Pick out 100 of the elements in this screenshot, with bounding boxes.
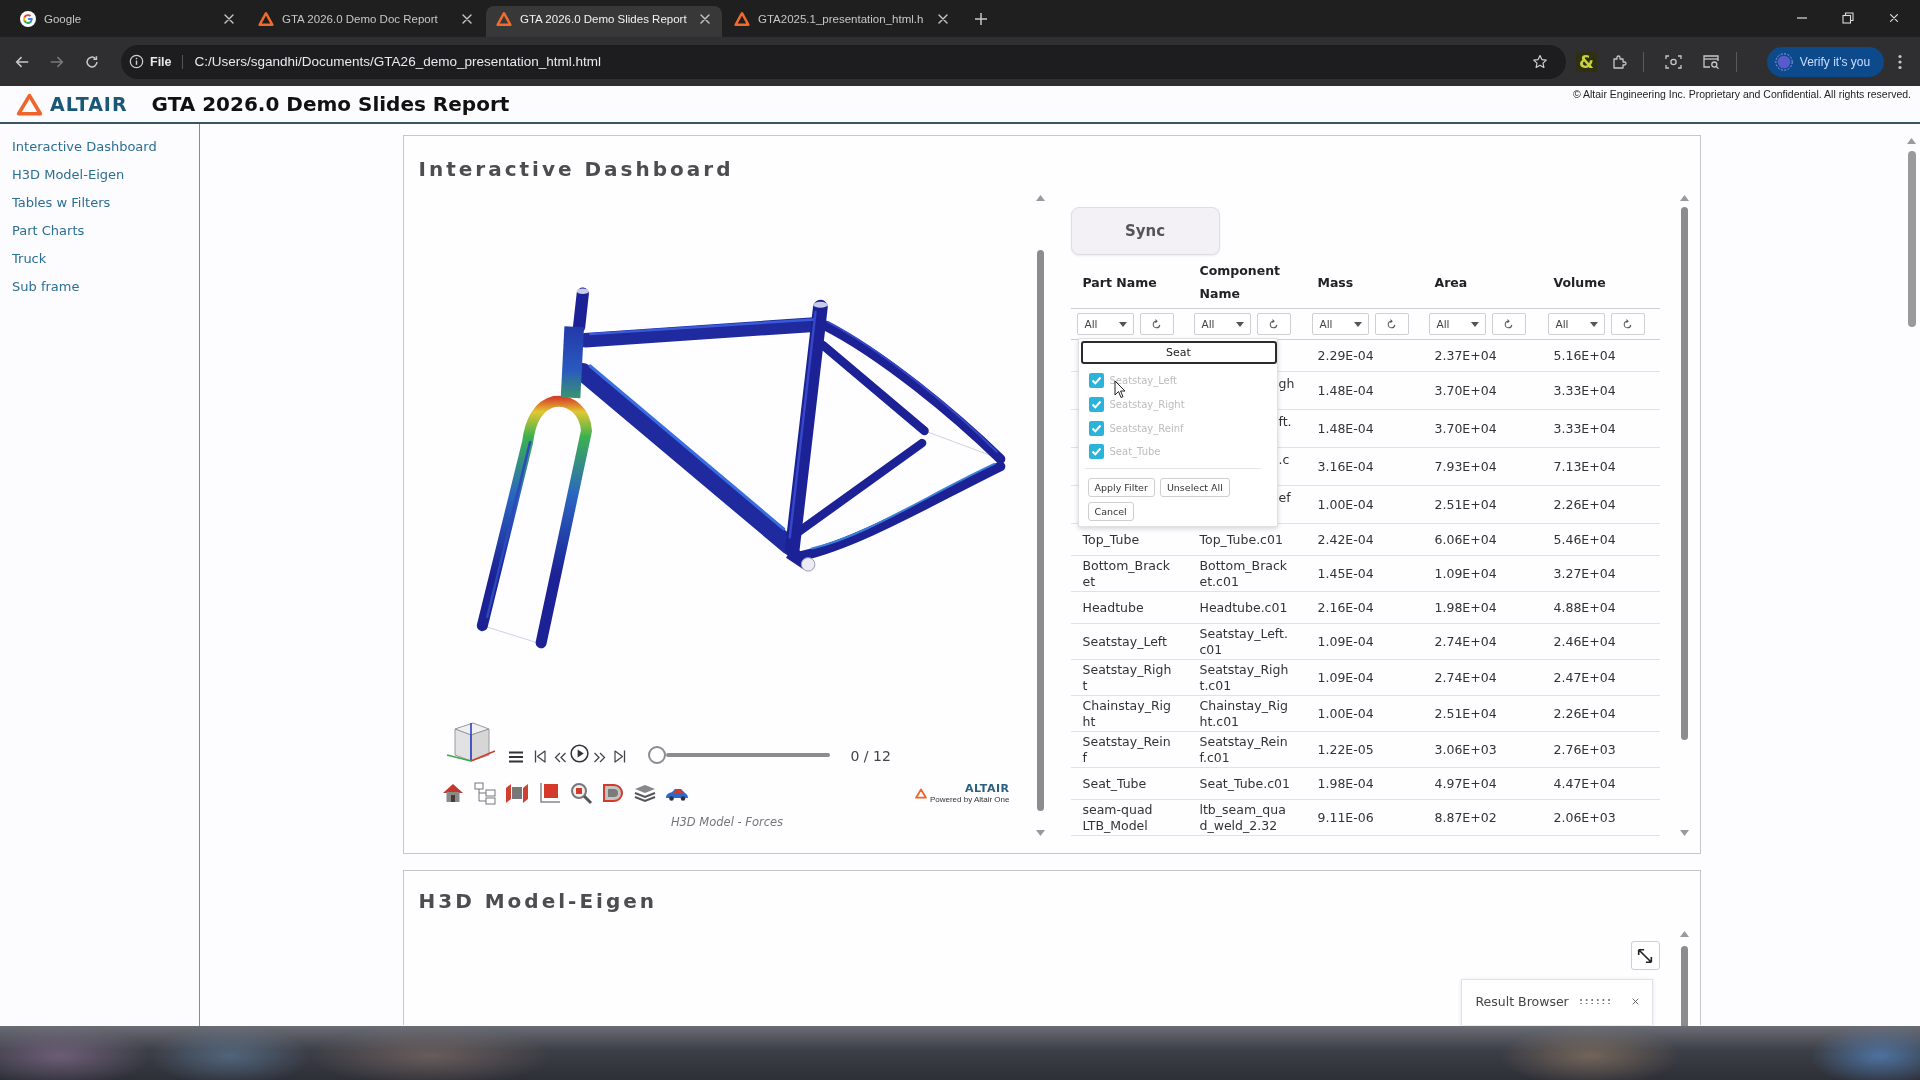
table-cell: 3.27E+04 — [1541, 555, 1660, 592]
section-cut-icon[interactable] — [504, 781, 529, 805]
bookmark-star-icon[interactable] — [1532, 53, 1548, 70]
filter-dropdown[interactable]: All — [1311, 313, 1369, 335]
skip-forward-icon[interactable] — [613, 750, 626, 763]
scrollbar-thumb[interactable] — [1681, 946, 1688, 1026]
table-cell: 4.88E+04 — [1541, 591, 1660, 624]
table-cell: 2.26E+04 — [1541, 695, 1660, 732]
info-icon[interactable] — [129, 54, 144, 69]
browser-tab[interactable]: Google — [10, 6, 246, 37]
column-header[interactable]: Part Name — [1070, 256, 1188, 309]
table-cell: 2.74E+04 — [1422, 623, 1542, 660]
expand-button[interactable] — [1630, 941, 1660, 970]
table-cell: 1.00E-04 — [1305, 485, 1423, 524]
browser-tab[interactable]: GTA 2026.0 Demo Slides Report — [486, 6, 722, 37]
table-cell: 1.00E-04 — [1305, 695, 1423, 732]
expand-icon — [1636, 946, 1654, 965]
caret-icon — [1118, 321, 1127, 327]
search-field[interactable]: Seat — [1080, 341, 1277, 364]
close-icon[interactable] — [1630, 997, 1640, 1006]
nav-link[interactable]: Interactive Dashboard — [12, 133, 157, 161]
table-cell: Headtube.c01 — [1187, 591, 1306, 624]
checkbox[interactable] — [1088, 373, 1104, 389]
table-cell: 2.76E+03 — [1541, 731, 1660, 768]
reset-button[interactable] — [1256, 313, 1291, 335]
reset-button[interactable] — [1139, 313, 1174, 335]
profile-button[interactable]: Verify it's you — [1766, 46, 1885, 77]
panel-title: Result Browser — [1475, 994, 1569, 1009]
scrollbar-thumb[interactable] — [1037, 250, 1044, 811]
column-header[interactable]: Component Name — [1187, 256, 1306, 309]
rewind-icon[interactable] — [553, 752, 567, 763]
table-cell: 4.47E+04 — [1541, 767, 1660, 800]
restore-icon[interactable] — [1842, 12, 1854, 24]
nav-link[interactable]: Truck — [12, 245, 47, 273]
nav-link[interactable]: Part Charts — [12, 217, 85, 245]
checkbox[interactable] — [1088, 397, 1104, 413]
column-header[interactable]: Mass — [1305, 256, 1423, 309]
scrollbar-thumb[interactable] — [1907, 151, 1916, 327]
scroll-up-icon[interactable] — [1907, 138, 1916, 144]
address-bar[interactable]: File C:/Users/sgandhi/Documents/GTA26_demo_presentation_html.html — [121, 44, 1566, 79]
skip-back-icon[interactable] — [533, 750, 546, 763]
caret-icon — [1470, 321, 1479, 327]
reload-icon[interactable] — [84, 53, 100, 70]
puzzle-icon[interactable] — [1610, 53, 1627, 70]
apply-filter-button[interactable]: Apply Filter — [1087, 477, 1155, 497]
side-panel-icon[interactable] — [1703, 53, 1721, 70]
close-icon[interactable] — [1888, 12, 1900, 24]
play-icon[interactable] — [569, 744, 589, 763]
nav-link[interactable]: H3D Model-Eigen — [12, 161, 125, 189]
checkbox[interactable] — [1088, 444, 1104, 460]
reset-button[interactable] — [1374, 313, 1409, 335]
reset-icon — [1268, 318, 1279, 330]
sync-button[interactable]: Sync — [1070, 207, 1220, 255]
nav-link[interactable]: Sub frame — [12, 273, 80, 301]
table-cell: seam-quad LTB_Model — [1070, 799, 1188, 836]
column-header[interactable]: Volume — [1541, 256, 1660, 309]
checkbox[interactable] — [1088, 420, 1104, 436]
unselect-all-button[interactable]: Unselect All — [1159, 477, 1230, 497]
table-cell: 2.37E+04 — [1422, 339, 1542, 372]
cancel-button[interactable]: Cancel — [1087, 501, 1134, 521]
fast-forward-icon[interactable] — [592, 752, 606, 763]
plus-icon[interactable] — [974, 12, 988, 26]
table-cell: 2.74E+04 — [1422, 659, 1542, 696]
filter-dropdown[interactable]: All — [1193, 313, 1251, 335]
table-cell: 2.46E+04 — [1541, 623, 1660, 660]
browser-tab[interactable]: GTA 2026.0 Demo Doc Report — [248, 6, 484, 37]
browser-tab[interactable]: GTA2025.1_presentation_html.h — [724, 6, 960, 37]
scroll-down-icon[interactable] — [1036, 830, 1045, 836]
slider-thumb[interactable] — [647, 746, 666, 764]
scroll-up-icon[interactable] — [1680, 195, 1689, 201]
reset-icon — [1151, 318, 1162, 330]
reset-button[interactable] — [1491, 313, 1526, 335]
zoom-icon[interactable] — [568, 781, 593, 805]
scrollbar-thumb[interactable] — [1681, 207, 1688, 740]
viewer-caption: H3D Model - Forces — [670, 815, 784, 829]
brand-wordmark: ALTAIR — [965, 782, 1010, 795]
column-header[interactable]: Area — [1422, 256, 1542, 309]
table-cell: 1.48E-04 — [1305, 409, 1423, 448]
menu-icon[interactable] — [508, 751, 523, 763]
tree-icon[interactable] — [472, 781, 497, 805]
shape-3d-icon[interactable] — [600, 781, 625, 805]
scroll-up-icon[interactable] — [1036, 195, 1045, 201]
filter-dropdown[interactable]: All — [1076, 313, 1134, 335]
table-cell: 9.11E-06 — [1305, 799, 1423, 836]
lens-icon[interactable] — [1665, 53, 1683, 70]
more-icon[interactable] — [1898, 53, 1903, 70]
table-cell: 7.13E+04 — [1541, 447, 1660, 486]
filter-dropdown[interactable]: All — [1547, 313, 1605, 335]
section-title: H3D Model-Eigen — [418, 888, 658, 915]
table-cell: 5.46E+04 — [1541, 523, 1660, 556]
extension-icon[interactable]: & — [1576, 51, 1597, 72]
url-text: C:/Users/sgandhi/Documents/GTA26_demo_presentation_html.html — [194, 54, 602, 69]
scroll-up-icon[interactable] — [1680, 931, 1689, 937]
drag-handle-icon[interactable] — [1578, 998, 1611, 1004]
filter-dropdown[interactable]: All — [1428, 313, 1486, 335]
reset-button[interactable] — [1610, 313, 1645, 335]
scroll-down-icon[interactable] — [1680, 830, 1689, 836]
table-cell: Seatstay_Reinf — [1070, 731, 1188, 768]
table-cell: 6.06E+04 — [1422, 523, 1542, 556]
nav-link[interactable]: Tables w Filters — [12, 189, 111, 217]
